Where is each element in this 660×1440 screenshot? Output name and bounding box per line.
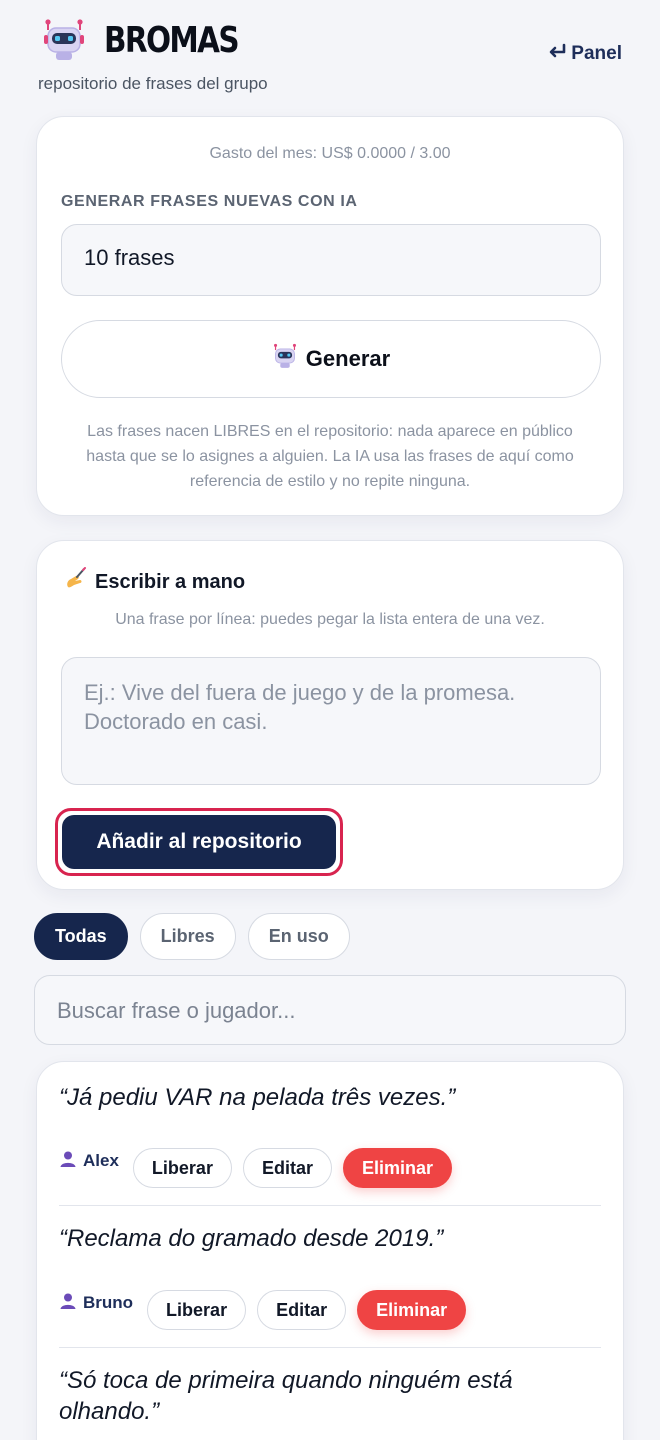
page-subtitle: repositorio de frases del grupo [38,74,268,93]
phrase-count-select[interactable]: 10 frases [61,224,601,296]
monthly-spend: Gasto del mes: US$ 0.0000 / 3.00 [209,145,451,162]
ai-note: Las frases nacen LIBRES en el repositori… [86,423,574,490]
generate-button[interactable]: Generar [61,320,601,398]
panel-link-label: Panel [571,43,622,64]
delete-button[interactable]: Eliminar [342,1148,452,1188]
filter-free[interactable]: Libres [139,913,236,960]
brand-title: BROMAS [104,19,240,61]
robot-icon [42,18,86,62]
manual-hint: Una frase por línea: puedes pegar la lis… [115,611,545,628]
ai-generate-card: Gasto del mes: US$ 0.0000 / 3.00 GENERAR… [36,116,624,516]
player-name: Bruno [83,1293,134,1312]
search-input[interactable]: Buscar frase o jugador... [34,975,626,1045]
add-button-focus-ring: Añadir al repositorio [55,808,343,876]
list-item: “Já pediu VAR na pelada três vezes.” [59,1082,601,1113]
assign-row: Alex Liberar Editar Eliminar [59,1148,463,1188]
phrase-list: “Já pediu VAR na pelada três vezes.” Ale… [36,1061,624,1440]
manual-title: Escribir a mano [63,567,245,597]
player-tag: Bruno [59,1292,133,1315]
edit-button[interactable]: Editar [257,1290,347,1330]
return-arrow-icon [547,42,567,66]
ai-section-label: GENERAR FRASES NUEVAS CON IA [61,193,358,210]
player-name: Alex [83,1151,119,1170]
phrase-text: “Reclama do gramado desde 2019.” [59,1225,444,1252]
release-button[interactable]: Liberar [132,1148,232,1188]
manual-title-label: Escribir a mano [95,570,246,593]
manual-entry-card: Escribir a mano Una frase por línea: pue… [36,540,624,890]
filter-in-use[interactable]: En uso [247,913,350,960]
generate-button-label: Generar [305,346,391,371]
writing-hand-icon [63,567,87,597]
add-to-repository-button[interactable]: Añadir al repositorio [62,815,336,869]
phrase-text: “Só toca de primeira quando ninguém está… [59,1367,513,1425]
filter-tabs: Todas Libres En uso [34,913,350,960]
assign-row: Bruno Liberar Editar Eliminar [59,1290,477,1330]
user-icon [59,1292,77,1315]
divider [59,1205,601,1206]
divider [59,1347,601,1348]
page: BROMAS repositorio de frases del grupo P… [0,0,660,1440]
release-button[interactable]: Liberar [147,1290,247,1330]
list-item: “Reclama do gramado desde 2019.” [59,1223,601,1254]
player-tag: Alex [59,1150,119,1173]
user-icon [59,1150,77,1173]
logo-row: BROMAS [38,18,624,62]
robot-icon [272,343,298,375]
header: BROMAS repositorio de frases del grupo P… [38,18,624,98]
delete-button[interactable]: Eliminar [357,1290,467,1330]
phrases-textarea[interactable]: Ej.: Vive del fuera de juego y de la pro… [61,657,601,785]
list-item: “Só toca de primeira quando ninguém está… [59,1365,601,1427]
phrase-text: “Já pediu VAR na pelada três vezes.” [59,1084,456,1111]
filter-all[interactable]: Todas [34,913,128,960]
panel-link[interactable]: Panel [547,42,622,66]
edit-button[interactable]: Editar [242,1148,332,1188]
